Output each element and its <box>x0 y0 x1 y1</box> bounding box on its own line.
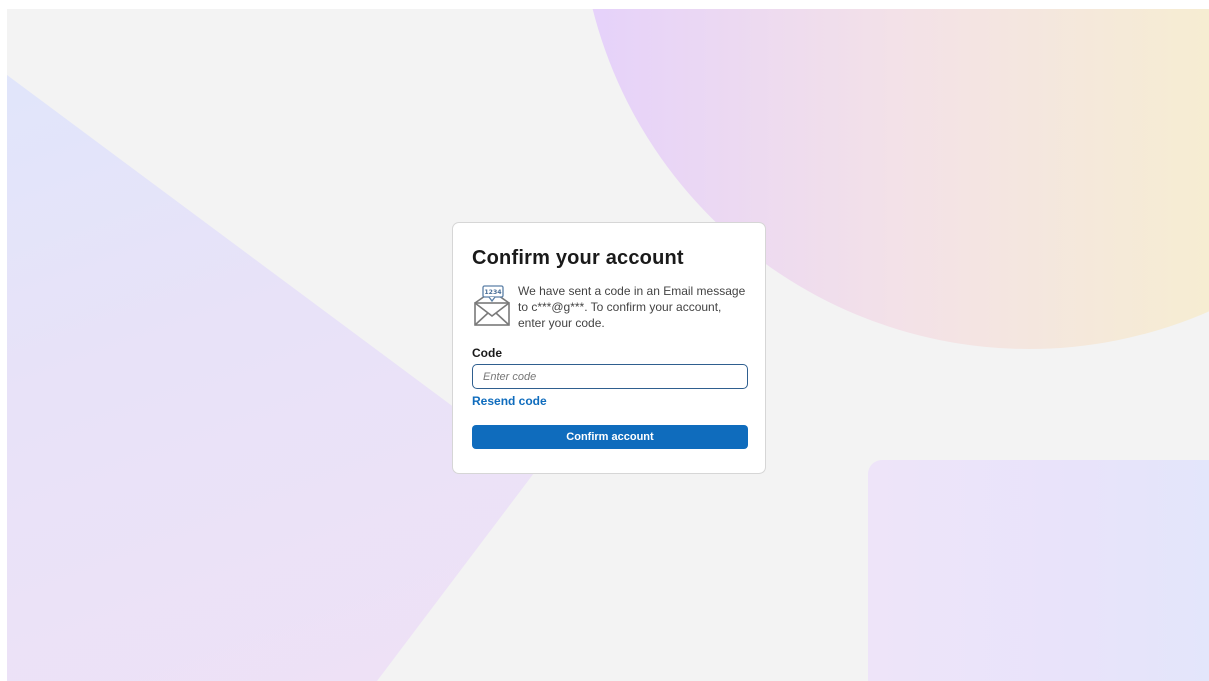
confirm-account-card: Confirm your account 1234 We have sent a… <box>452 222 766 474</box>
code-input[interactable] <box>472 364 748 389</box>
code-label: Code <box>472 346 502 360</box>
page-title: Confirm your account <box>472 247 684 269</box>
resend-code-link[interactable]: Resend code <box>472 393 547 409</box>
email-with-code-icon: 1234 <box>474 285 510 326</box>
confirm-account-button[interactable]: Confirm account <box>472 425 748 449</box>
svg-text:1234: 1234 <box>484 289 502 296</box>
info-message: 1234 We have sent a code in an Email mes… <box>472 283 746 331</box>
decorative-rectangle <box>868 460 1209 681</box>
info-text: We have sent a code in an Email message … <box>518 284 746 330</box>
